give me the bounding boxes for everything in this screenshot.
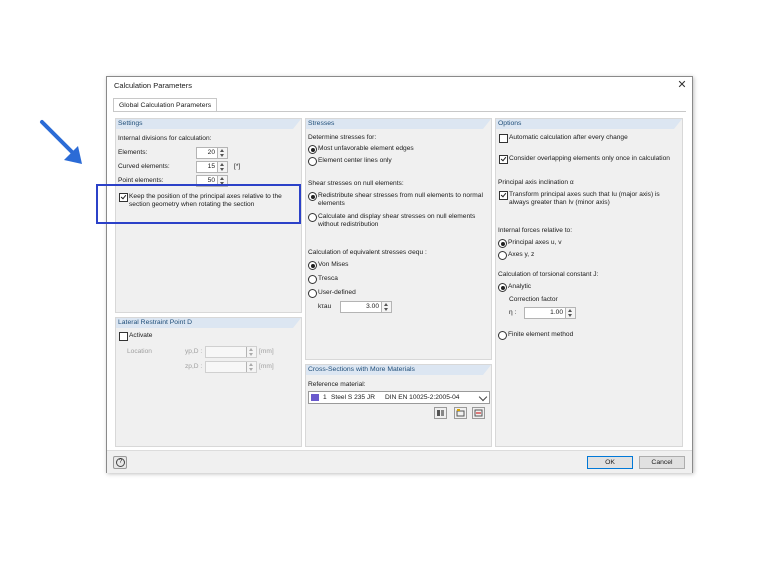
dialog-footer: ? OK Cancel xyxy=(107,450,692,473)
radio-von-mises[interactable] xyxy=(308,261,317,270)
axes-yz-label: Axes y, z xyxy=(508,251,535,258)
material-number: 1 xyxy=(323,394,327,401)
internal-forces-label: Internal forces relative to: xyxy=(498,227,573,234)
spin-arrows-icon[interactable] xyxy=(217,162,227,172)
eta-label: η : xyxy=(509,309,517,316)
fem-label: Finite element method xyxy=(508,331,574,338)
transform-axes-label-2: always greater than Iv (minor axis) xyxy=(509,199,610,206)
cancel-button[interactable]: Cancel xyxy=(639,456,685,469)
help-icon: ? xyxy=(116,458,125,467)
elements-label: Elements: xyxy=(118,149,148,156)
calc-display-label-2: without redistribution xyxy=(318,221,379,228)
stresses-header: Stresses xyxy=(306,119,491,129)
analytic-label: Analytic xyxy=(508,283,532,290)
redistribute-label-2: elements xyxy=(318,200,345,207)
yp-label: yp,D : xyxy=(185,348,203,355)
radio-element-center[interactable] xyxy=(308,157,317,166)
auto-calc-checkbox[interactable] xyxy=(499,134,508,143)
activate-label: Activate xyxy=(129,332,153,339)
redistribute-label-1: Redistribute shear stresses from null el… xyxy=(318,192,483,199)
spin-arrows-icon[interactable] xyxy=(565,308,575,318)
eta-stepper[interactable]: 1.00 xyxy=(524,307,576,319)
chevron-down-icon[interactable] xyxy=(478,392,488,402)
spin-arrows-icon[interactable] xyxy=(381,302,391,312)
radio-most-unfavorable[interactable] xyxy=(308,145,317,154)
cross-sections-panel: Cross-Sections with More Materials Refer… xyxy=(305,364,492,447)
ktau-stepper[interactable]: 3.00 xyxy=(340,301,392,313)
curved-unit-label: [*] xyxy=(234,163,241,170)
radio-user-defined[interactable] xyxy=(308,289,317,298)
radio-calc-display[interactable] xyxy=(308,213,317,222)
pointer-arrow-icon xyxy=(40,120,82,164)
tresca-label: Tresca xyxy=(318,275,338,282)
title-bar: Calculation Parameters ✕ xyxy=(107,77,692,95)
zp-label: zp,D : xyxy=(185,363,203,370)
new-material-icon[interactable] xyxy=(454,407,467,419)
material-standard: DIN EN 10025-2:2005-04 xyxy=(385,394,460,401)
correction-factor-label: Correction factor xyxy=(509,296,558,303)
material-color-swatch xyxy=(311,394,319,401)
von-mises-label: Von Mises xyxy=(318,261,349,268)
user-defined-label: User-defined xyxy=(318,289,356,296)
principal-axes-label: Principal axes u, v xyxy=(508,239,562,246)
lateral-restraint-panel: Lateral Restraint Point D Activate Locat… xyxy=(115,317,302,447)
transform-axes-checkbox[interactable] xyxy=(499,191,508,200)
radio-principal-axes[interactable] xyxy=(498,239,507,248)
radio-analytic[interactable] xyxy=(498,283,507,292)
curved-elements-label: Curved elements: xyxy=(118,163,170,170)
elements-stepper[interactable]: 20 xyxy=(196,147,228,159)
activate-checkbox[interactable] xyxy=(119,332,128,341)
radio-axes-yz[interactable] xyxy=(498,251,507,260)
overlap-checkbox[interactable] xyxy=(499,155,508,164)
edit-material-icon[interactable] xyxy=(472,407,485,419)
stresses-panel: Stresses Determine stresses for: Most un… xyxy=(305,118,492,360)
location-label: Location xyxy=(127,348,152,355)
cross-sections-header: Cross-Sections with More Materials xyxy=(306,365,491,375)
radio-tresca[interactable] xyxy=(308,275,317,284)
material-library-icon[interactable] xyxy=(434,407,447,419)
settings-header: Settings xyxy=(116,119,301,129)
ok-button[interactable]: OK xyxy=(587,456,633,469)
zp-unit: [mm] xyxy=(259,363,274,370)
calculation-parameters-dialog: Calculation Parameters ✕ Global Calculat… xyxy=(106,76,693,473)
tab-divider xyxy=(113,111,686,112)
options-header: Options xyxy=(496,119,682,129)
close-icon[interactable]: ✕ xyxy=(675,78,689,91)
curved-elements-stepper[interactable]: 15 xyxy=(196,161,228,173)
lateral-restraint-header: Lateral Restraint Point D xyxy=(116,318,301,328)
overlap-label: Consider overlapping elements only once … xyxy=(509,155,670,162)
reference-material-label: Reference material: xyxy=(308,381,366,388)
shear-null-label: Shear stresses on null elements: xyxy=(308,180,404,187)
material-name: Steel S 235 JR xyxy=(331,394,375,401)
calc-display-label-1: Calculate and display shear stresses on … xyxy=(318,213,476,220)
internal-divisions-label: Internal divisions for calculation: xyxy=(118,135,212,142)
auto-calc-label: Automatic calculation after every change xyxy=(509,134,628,141)
ktau-label: kτau xyxy=(318,303,332,310)
yp-unit: [mm] xyxy=(259,348,274,355)
dialog-title: Calculation Parameters xyxy=(114,81,192,90)
determine-stresses-label: Determine stresses for: xyxy=(308,134,377,141)
principal-axis-label: Principal axis inclination α xyxy=(498,179,574,186)
spin-arrows-icon[interactable] xyxy=(217,148,227,158)
transform-axes-label-1: Transform principal axes such that Iu (m… xyxy=(509,191,660,198)
point-elements-label: Point elements: xyxy=(118,177,164,184)
radio-fem[interactable] xyxy=(498,331,507,340)
radio-redistribute[interactable] xyxy=(308,192,317,201)
tab-global-calculation-parameters[interactable]: Global Calculation Parameters xyxy=(113,98,218,112)
torsional-constant-label: Calculation of torsional constant J: xyxy=(498,271,599,278)
reference-material-select[interactable]: 1 Steel S 235 JR DIN EN 10025-2:2005-04 xyxy=(308,391,490,404)
equivalent-stresses-label: Calculation of equivalent stresses σequ … xyxy=(308,249,427,256)
highlight-box xyxy=(96,184,301,224)
yp-stepper[interactable] xyxy=(205,346,257,358)
most-unfavorable-label: Most unfavorable element edges xyxy=(318,145,414,152)
zp-stepper[interactable] xyxy=(205,361,257,373)
element-center-label: Element center lines only xyxy=(318,157,392,164)
help-button[interactable]: ? xyxy=(113,456,127,469)
options-panel: Options Automatic calculation after ever… xyxy=(495,118,683,447)
